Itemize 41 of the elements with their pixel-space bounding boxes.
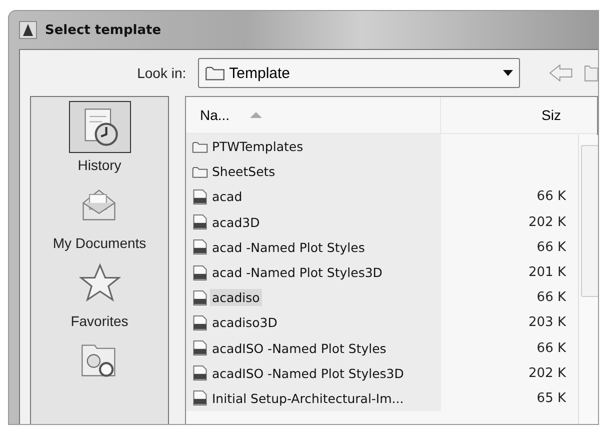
app-icon <box>19 21 37 39</box>
dwt-file-icon <box>192 340 208 356</box>
dwt-file-icon <box>192 365 208 382</box>
file-size: 201 K <box>528 265 566 280</box>
star-icon <box>78 262 120 304</box>
scroll-thumb[interactable] <box>581 145 598 297</box>
dwt-file-icon <box>192 264 208 281</box>
look-in-dropdown[interactable]: Template <box>198 58 520 88</box>
back-arrow-icon[interactable] <box>548 63 574 83</box>
file-name[interactable]: acadiso <box>210 289 262 306</box>
window-title: Select template <box>45 22 162 38</box>
place-button[interactable] <box>68 101 130 153</box>
dwt-file-icon <box>192 314 208 331</box>
scrollbar[interactable] <box>578 135 598 424</box>
dwt-file-icon <box>192 188 208 205</box>
place-label[interactable]: My Documents <box>52 235 146 251</box>
dwt-file-icon <box>192 239 208 256</box>
place-label[interactable]: Favorites <box>70 313 128 329</box>
file-size: 66 K <box>536 240 566 255</box>
file-size: 66 K <box>536 290 566 306</box>
caret-icon <box>503 70 514 76</box>
file-size: 65 K <box>536 390 566 406</box>
dwt-file-icon <box>192 214 208 230</box>
dwt-file-icon <box>192 290 208 306</box>
file-name[interactable]: acadiso3D <box>210 314 280 332</box>
size-column-header[interactable]: Siz <box>441 107 561 123</box>
place-label[interactable]: History <box>78 157 122 173</box>
file-size: 66 K <box>536 340 566 356</box>
up-folder-icon[interactable] <box>584 63 598 83</box>
folder-icon <box>205 65 226 81</box>
name-column-header[interactable]: Na... <box>186 97 441 133</box>
file-size: 66 K <box>536 189 566 204</box>
file-size: 203 K <box>528 315 566 330</box>
file-name[interactable]: acad <box>210 188 244 206</box>
file-size: 202 K <box>528 366 566 381</box>
file-name[interactable]: acad3D <box>210 214 262 231</box>
look-in-label: Look in: <box>136 65 188 81</box>
file-name[interactable]: SheetSets <box>210 163 278 180</box>
dwt-file-icon <box>192 390 208 406</box>
file-size: 202 K <box>528 214 566 230</box>
sort-arrow-icon <box>250 112 262 118</box>
